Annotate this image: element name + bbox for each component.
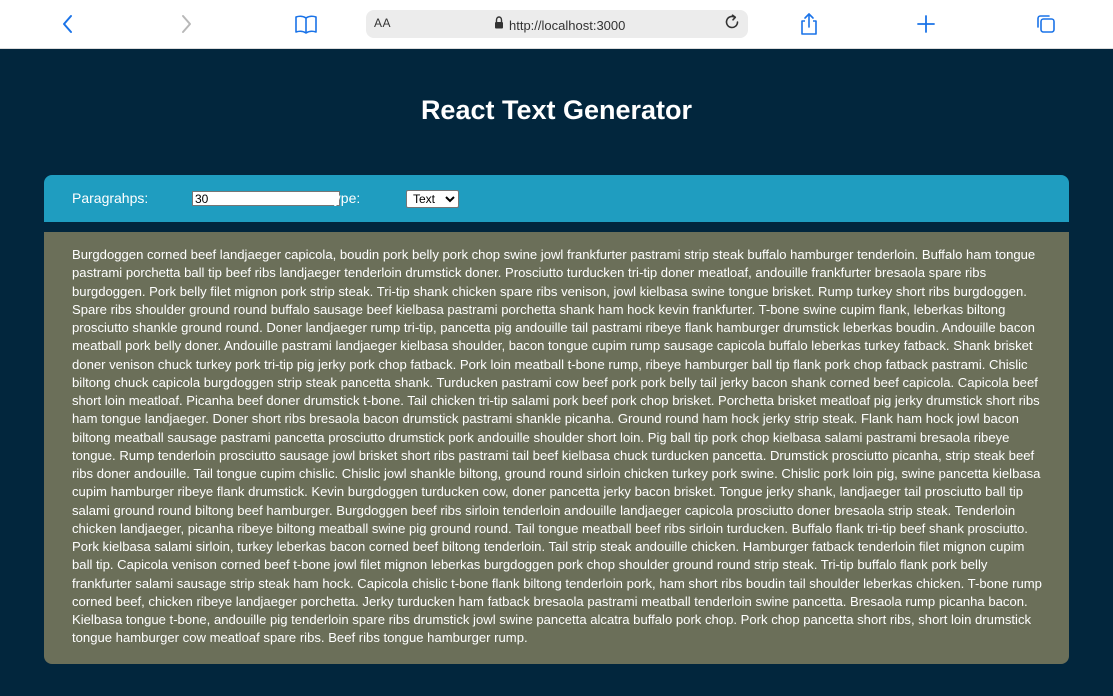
reload-icon bbox=[723, 13, 741, 36]
new-tab-button[interactable] bbox=[912, 10, 940, 38]
lock-icon bbox=[494, 16, 504, 34]
url-text: http://localhost:3000 bbox=[509, 17, 626, 33]
generated-text-panel: Burgdoggen corned beef landjaeger capico… bbox=[44, 232, 1069, 664]
tabs-icon bbox=[1035, 13, 1057, 35]
generated-text: Burgdoggen corned beef landjaeger capico… bbox=[72, 247, 1042, 646]
paragraphs-input[interactable] bbox=[192, 191, 340, 206]
tabs-overview-button[interactable] bbox=[1032, 10, 1060, 38]
type-label: Type: bbox=[326, 190, 361, 206]
address-bar[interactable]: AA http://localhost:3000 bbox=[366, 10, 748, 38]
url-display[interactable]: http://localhost:3000 bbox=[494, 16, 625, 34]
reader-settings-button[interactable]: AA bbox=[374, 16, 391, 30]
reload-button[interactable] bbox=[722, 13, 742, 36]
share-icon bbox=[799, 12, 819, 36]
plus-icon bbox=[916, 14, 936, 34]
paragraphs-label: Paragrahps: bbox=[72, 190, 149, 206]
type-select[interactable]: Text bbox=[406, 190, 459, 208]
chevron-right-icon bbox=[179, 14, 193, 34]
back-button[interactable] bbox=[54, 10, 82, 38]
page-title: React Text Generator bbox=[420, 95, 693, 125]
browser-toolbar: AA http://localhost:3000 bbox=[0, 0, 1113, 49]
share-button[interactable] bbox=[795, 10, 823, 38]
bookmarks-button[interactable] bbox=[292, 10, 320, 38]
forward-button[interactable] bbox=[172, 10, 200, 38]
app-container: React Text Generator Paragrahps: Type: T… bbox=[0, 49, 1113, 696]
book-icon bbox=[294, 14, 318, 34]
chevron-left-icon bbox=[61, 14, 75, 34]
controls-bar: Paragrahps: Type: Text bbox=[44, 175, 1069, 222]
